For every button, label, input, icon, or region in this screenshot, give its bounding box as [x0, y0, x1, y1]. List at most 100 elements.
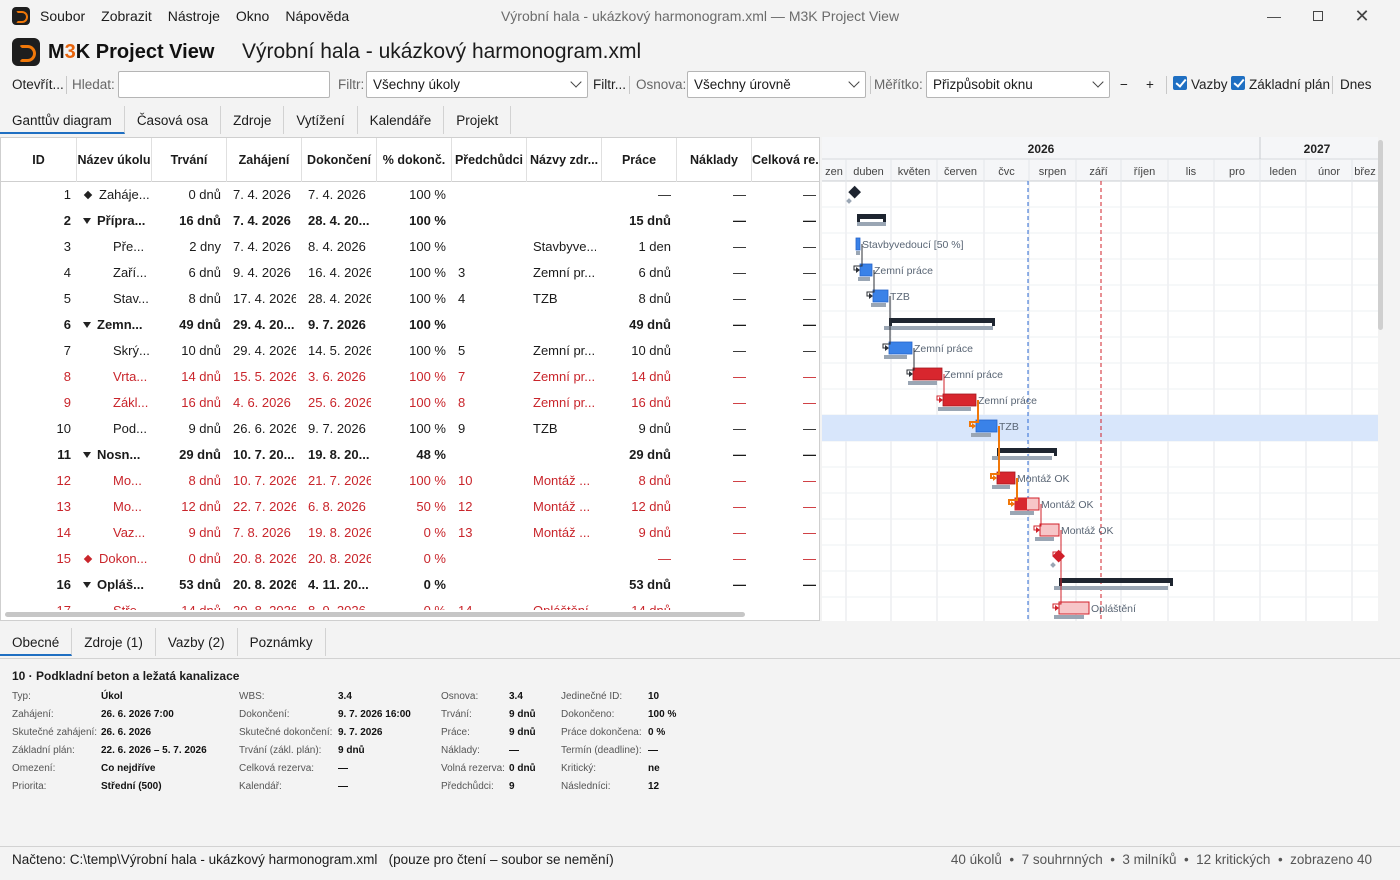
task-name: Opláš...	[97, 577, 144, 592]
tab-calendars[interactable]: Kalendáře	[358, 106, 445, 134]
cell-pct: 100 %	[409, 395, 446, 410]
filter-select[interactable]: Všechny úkoly	[366, 71, 588, 98]
cell-start: 9. 4. 2026	[233, 265, 291, 280]
table-row[interactable]: 5 Stav... 8 dnů 17. 4. 2026 28. 4. 2026 100 %…	[1, 286, 819, 312]
cell-cost: —	[733, 473, 746, 488]
table-row[interactable]: 16 Opláš... 53 dnů 20. 8. 2026 4. 11. 20... 0…	[1, 572, 819, 598]
table-row[interactable]: 3 Pře... 2 dny 7. 4. 2026 8. 4. 2026 100 % Sta…	[1, 234, 819, 260]
table-row[interactable]: 10 Pod... 9 dnů 26. 6. 2026 9. 7. 2026 100 % 9…	[1, 416, 819, 442]
task-name: Dokon...	[99, 551, 148, 566]
menu-nastroje[interactable]: Nástroje	[160, 8, 228, 24]
search-input[interactable]	[118, 71, 330, 98]
field-label: Kalendář:	[239, 781, 282, 792]
column-header[interactable]: Zahájení	[227, 138, 302, 182]
menu-okno[interactable]: Okno	[228, 8, 277, 24]
links-checkbox[interactable]	[1173, 76, 1187, 90]
expand-triangle-icon[interactable]	[83, 218, 91, 224]
minimize-icon[interactable]: —	[1252, 0, 1296, 32]
menu-napoveda[interactable]: Nápověda	[277, 8, 357, 24]
close-icon[interactable]: ✕	[1340, 0, 1384, 32]
cell-work: 8 dnů	[638, 473, 671, 488]
field-value: —	[509, 745, 519, 756]
zoom-in-button[interactable]: +	[1146, 77, 1154, 92]
cell-name: Stav...	[113, 286, 152, 312]
table-row[interactable]: 13 Mo... 12 dnů 22. 7. 2026 6. 8. 2026 50 % 12…	[1, 494, 819, 520]
month-label: leden	[1270, 166, 1297, 178]
table-row[interactable]: 9 Zákl... 16 dnů 4. 6. 2026 25. 6. 2026 100 %…	[1, 390, 819, 416]
detail-field: Základní plán: 22. 6. 2026 – 5. 7. 2026	[12, 745, 207, 756]
tab-links[interactable]: Vazby (2)	[156, 628, 238, 656]
menu-zobrazit[interactable]: Zobrazit	[93, 8, 160, 24]
cell-pred: 10	[458, 473, 473, 488]
cell-pct: 100 %	[409, 421, 446, 436]
table-row[interactable]: 1 Zaháje... 0 dnů 7. 4. 2026 7. 4. 2026 100 %…	[1, 182, 819, 208]
tab-usage[interactable]: Vytížení	[284, 106, 358, 134]
cell-slack: —	[803, 343, 816, 358]
column-header[interactable]: Celková re...	[752, 138, 819, 182]
baseline-label[interactable]: Základní plán	[1249, 77, 1330, 92]
tab-resources[interactable]: Zdroje	[221, 106, 285, 134]
outline-select[interactable]: Všechny úrovně	[687, 71, 866, 98]
zoom-out-button[interactable]: −	[1120, 77, 1128, 92]
filter-more-button[interactable]: Filtr...	[593, 77, 626, 92]
month-label: říjen	[1134, 166, 1155, 178]
maximize-icon[interactable]	[1296, 0, 1340, 32]
column-header[interactable]: Názvy zdr...	[527, 138, 602, 182]
selected-row-highlight	[822, 415, 1378, 441]
horizontal-scrollbar[interactable]	[5, 612, 745, 617]
column-header[interactable]: Dokončení	[302, 138, 377, 182]
cell-finish: 6. 8. 2026	[308, 499, 366, 514]
cell-pct: 100 %	[409, 473, 446, 488]
column-header[interactable]: % dokonč.	[377, 138, 452, 182]
cell-name: Mo...	[113, 494, 152, 520]
tab-general[interactable]: Obecné	[0, 628, 73, 656]
table-row[interactable]: 11 Nosn... 29 dnů 10. 7. 20... 19. 8. 20... 4…	[1, 442, 819, 468]
cell-cost: —	[733, 239, 746, 254]
column-header[interactable]: ID	[1, 138, 77, 182]
cell-res	[533, 208, 596, 234]
table-row[interactable]: 17 Stře... 14 dnů 20. 8. 2026 8. 9. 2026 0 % 1…	[1, 598, 819, 610]
task-name: Přípra...	[97, 213, 146, 228]
expand-triangle-icon[interactable]	[83, 322, 91, 328]
detail-field: Volná rezerva: 0 dnů	[441, 763, 536, 774]
table-row[interactable]: 2 Přípra... 16 dnů 7. 4. 2026 28. 4. 20... 10…	[1, 208, 819, 234]
today-button[interactable]: Dnes	[1340, 77, 1372, 92]
open-button[interactable]: Otevřít...	[12, 77, 64, 92]
tab-notes[interactable]: Poznámky	[238, 628, 326, 656]
cell-cost: —	[733, 525, 746, 540]
column-header[interactable]: Trvání	[152, 138, 227, 182]
column-header[interactable]: Práce	[602, 138, 677, 182]
table-row[interactable]: 15 Dokon... 0 dnů 20. 8. 2026 20. 8. 2026 0 %…	[1, 546, 819, 572]
cell-res: Montáž ...	[533, 473, 591, 488]
cell-start: 15. 5. 2026	[233, 369, 296, 384]
column-header[interactable]: Náklady	[677, 138, 752, 182]
tab-detail-resources[interactable]: Zdroje (1)	[72, 628, 156, 656]
table-row[interactable]: 6 Zemn... 49 dnů 29. 4. 20... 9. 7. 2026 100 …	[1, 312, 819, 338]
column-header[interactable]: Název úkolu	[77, 138, 152, 182]
baseline-checkbox[interactable]	[1231, 76, 1245, 90]
month-label: srpen	[1039, 166, 1067, 178]
tab-timeline[interactable]: Časová osa	[125, 106, 222, 134]
year-label: 2027	[1304, 142, 1331, 156]
table-row[interactable]: 14 Vaz... 9 dnů 7. 8. 2026 19. 8. 2026 0 % 13 M…	[1, 520, 819, 546]
vertical-scrollbar[interactable]	[1378, 140, 1383, 330]
table-row[interactable]: 8 Vrta... 14 dnů 15. 5. 2026 3. 6. 2026 100 %…	[1, 364, 819, 390]
menu-soubor[interactable]: Soubor	[32, 8, 93, 24]
table-row[interactable]: 7 Skrý... 10 dnů 29. 4. 2026 14. 5. 2026 100 …	[1, 338, 819, 364]
cell-start: 20. 8. 2026	[233, 577, 296, 592]
expand-triangle-icon[interactable]	[83, 582, 91, 588]
expand-triangle-icon[interactable]	[83, 452, 91, 458]
field-label: Kritický:	[561, 763, 596, 774]
cell-res: Opláštění	[533, 598, 596, 610]
table-row[interactable]: 12 Mo... 8 dnů 10. 7. 2026 21. 7. 2026 100 % 1…	[1, 468, 819, 494]
table-row[interactable]: 4 Zaří... 6 dnů 9. 4. 2026 16. 4. 2026 100 % 3…	[1, 260, 819, 286]
links-label[interactable]: Vazby	[1191, 77, 1228, 92]
dependency-arrow	[1055, 605, 1059, 611]
cell-name: Opláš...	[83, 572, 152, 598]
cell-id: 6	[63, 317, 71, 332]
column-header[interactable]: Předchůdci	[452, 138, 527, 182]
tab-project[interactable]: Projekt	[444, 106, 512, 134]
cell-id: 3	[63, 239, 71, 254]
tab-gantt[interactable]: Ganttův diagram	[0, 106, 125, 134]
scale-select[interactable]: Přizpůsobit oknu	[926, 71, 1110, 98]
